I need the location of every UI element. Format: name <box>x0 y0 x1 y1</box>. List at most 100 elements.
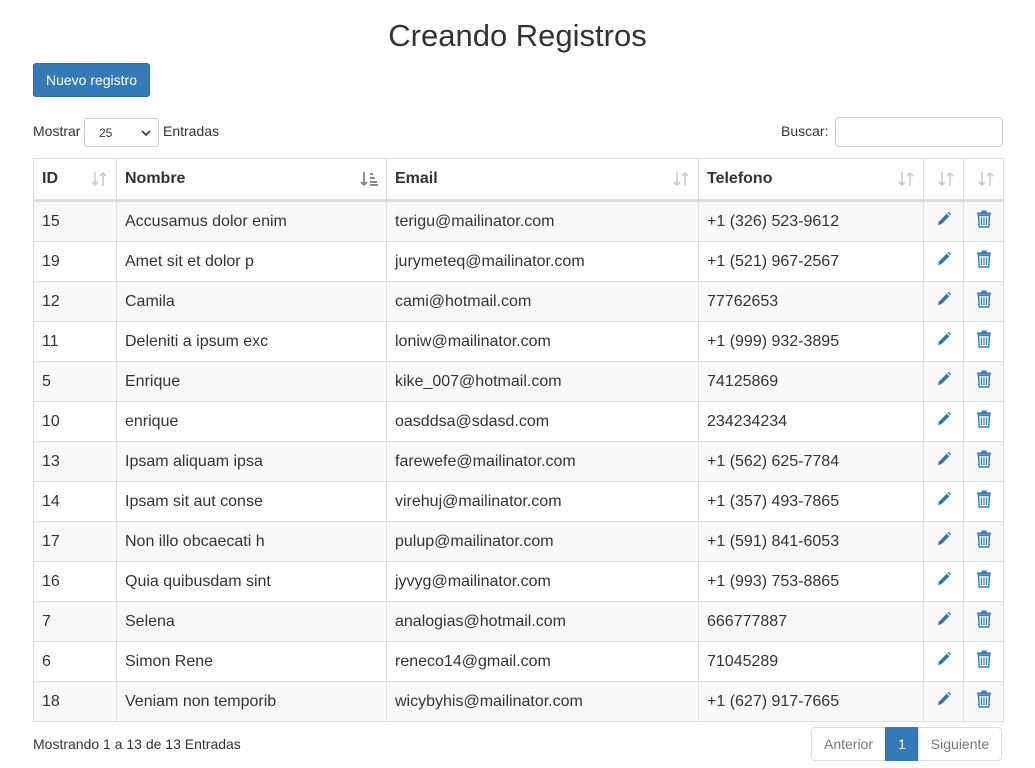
cell-email: wicybyhis@mailinator.com <box>386 681 699 722</box>
chevron-down-icon <box>141 130 151 137</box>
cell-nombre: Enrique <box>116 361 387 402</box>
pencil-icon[interactable] <box>935 571 953 592</box>
table-header-row: ID Nombre Email Telefono <box>33 158 1004 202</box>
cell-id: 7 <box>33 601 117 642</box>
delete-cell <box>963 521 1004 562</box>
cell-id: 13 <box>33 441 117 482</box>
cell-nombre: Accusamus dolor enim <box>116 200 387 242</box>
trash-icon[interactable] <box>976 490 992 512</box>
pencil-icon[interactable] <box>935 331 953 352</box>
trash-icon[interactable] <box>976 530 992 552</box>
edit-cell <box>923 561 964 602</box>
cell-telefono: +1 (993) 753-8865 <box>698 561 924 602</box>
trash-icon[interactable] <box>976 410 992 432</box>
cell-id: 16 <box>33 561 117 602</box>
delete-cell <box>963 481 1004 522</box>
cell-id: 17 <box>33 521 117 562</box>
cell-id: 6 <box>33 641 117 682</box>
table-row: 11 Deleniti a ipsum exc loniw@mailinator.c… <box>33 321 1004 362</box>
delete-cell <box>963 601 1004 642</box>
pencil-icon[interactable] <box>935 691 953 712</box>
cell-email: cami@hotmail.com <box>386 281 699 322</box>
pencil-icon[interactable] <box>935 411 953 432</box>
pencil-icon[interactable] <box>935 651 953 672</box>
cell-email: loniw@mailinator.com <box>386 321 699 362</box>
cell-nombre: Amet sit et dolor p <box>116 241 387 282</box>
trash-icon[interactable] <box>976 330 992 352</box>
column-header-delete[interactable] <box>963 158 1004 202</box>
trash-icon[interactable] <box>976 370 992 392</box>
trash-icon[interactable] <box>976 450 992 472</box>
length-select[interactable]: 25 <box>84 118 159 147</box>
edit-cell <box>923 601 964 642</box>
delete-cell <box>963 361 1004 402</box>
pencil-icon[interactable] <box>935 211 953 232</box>
edit-cell <box>923 241 964 282</box>
column-header-edit[interactable] <box>923 158 964 202</box>
trash-icon[interactable] <box>976 690 992 712</box>
pencil-icon[interactable] <box>935 451 953 472</box>
table-row: 7 Selena analogias@hotmail.com 666777887 <box>33 601 1004 642</box>
sort-icon <box>978 171 994 187</box>
search-label: Buscar: <box>781 123 829 139</box>
pagination-next[interactable]: Siguiente <box>918 727 1002 761</box>
column-header-email[interactable]: Email <box>386 158 699 202</box>
pagination-previous[interactable]: Anterior <box>811 727 886 761</box>
cell-id: 10 <box>33 401 117 442</box>
edit-cell <box>923 681 964 722</box>
pencil-icon[interactable] <box>935 491 953 512</box>
delete-cell <box>963 681 1004 722</box>
trash-icon[interactable] <box>976 610 992 632</box>
cell-nombre: Ipsam sit aut conse <box>116 481 387 522</box>
pencil-icon[interactable] <box>935 291 953 312</box>
delete-cell <box>963 321 1004 362</box>
column-header-nombre[interactable]: Nombre <box>116 158 387 202</box>
table-row: 18 Veniam non temporib wicybyhis@mailinato… <box>33 681 1004 722</box>
table-row: 14 Ipsam sit aut conse virehuj@mailinator.… <box>33 481 1004 522</box>
trash-icon[interactable] <box>976 570 992 592</box>
cell-id: 19 <box>33 241 117 282</box>
cell-telefono: 74125869 <box>698 361 924 402</box>
cell-id: 12 <box>33 281 117 322</box>
table-row: 19 Amet sit et dolor p jurymeteq@mailinato… <box>33 241 1004 282</box>
cell-telefono: +1 (591) 841-6053 <box>698 521 924 562</box>
records-table: ID Nombre Email Telefono 15 Accusamus do… <box>33 158 1004 722</box>
trash-icon[interactable] <box>976 290 992 312</box>
cell-email: kike_007@hotmail.com <box>386 361 699 402</box>
cell-telefono: +1 (999) 932-3895 <box>698 321 924 362</box>
trash-icon[interactable] <box>976 250 992 272</box>
edit-cell <box>923 641 964 682</box>
delete-cell <box>963 200 1004 242</box>
new-record-button[interactable]: Nuevo registro <box>33 63 150 97</box>
cell-email: jurymeteq@mailinator.com <box>386 241 699 282</box>
cell-nombre: Selena <box>116 601 387 642</box>
trash-icon[interactable] <box>976 210 992 232</box>
table-row: 5 Enrique kike_007@hotmail.com 74125869 <box>33 361 1004 402</box>
cell-telefono: +1 (326) 523-9612 <box>698 200 924 242</box>
table-row: 17 Non illo obcaecati h pulup@mailinator.c… <box>33 521 1004 562</box>
length-select-value: 25 <box>99 125 113 140</box>
trash-icon[interactable] <box>976 650 992 672</box>
pagination-page-1[interactable]: 1 <box>885 727 919 761</box>
sort-icon <box>673 171 689 187</box>
pencil-icon[interactable] <box>935 611 953 632</box>
edit-cell <box>923 281 964 322</box>
edit-cell <box>923 521 964 562</box>
pencil-icon[interactable] <box>935 531 953 552</box>
table-row: 6 Simon Rene reneco14@gmail.com 71045289 <box>33 641 1004 682</box>
pencil-icon[interactable] <box>935 251 953 272</box>
cell-nombre: Quia quibusdam sint <box>116 561 387 602</box>
pencil-icon[interactable] <box>935 371 953 392</box>
cell-nombre: Deleniti a ipsum exc <box>116 321 387 362</box>
cell-email: reneco14@gmail.com <box>386 641 699 682</box>
column-header-telefono[interactable]: Telefono <box>698 158 924 202</box>
column-header-id[interactable]: ID <box>33 158 117 202</box>
cell-telefono: +1 (357) 493-7865 <box>698 481 924 522</box>
delete-cell <box>963 401 1004 442</box>
cell-telefono: +1 (562) 625-7784 <box>698 441 924 482</box>
delete-cell <box>963 561 1004 602</box>
table-row: 16 Quia quibusdam sint jyvyg@mailinator.co… <box>33 561 1004 602</box>
cell-email: oasddsa@sdasd.com <box>386 401 699 442</box>
search-input[interactable] <box>835 117 1003 147</box>
cell-email: virehuj@mailinator.com <box>386 481 699 522</box>
